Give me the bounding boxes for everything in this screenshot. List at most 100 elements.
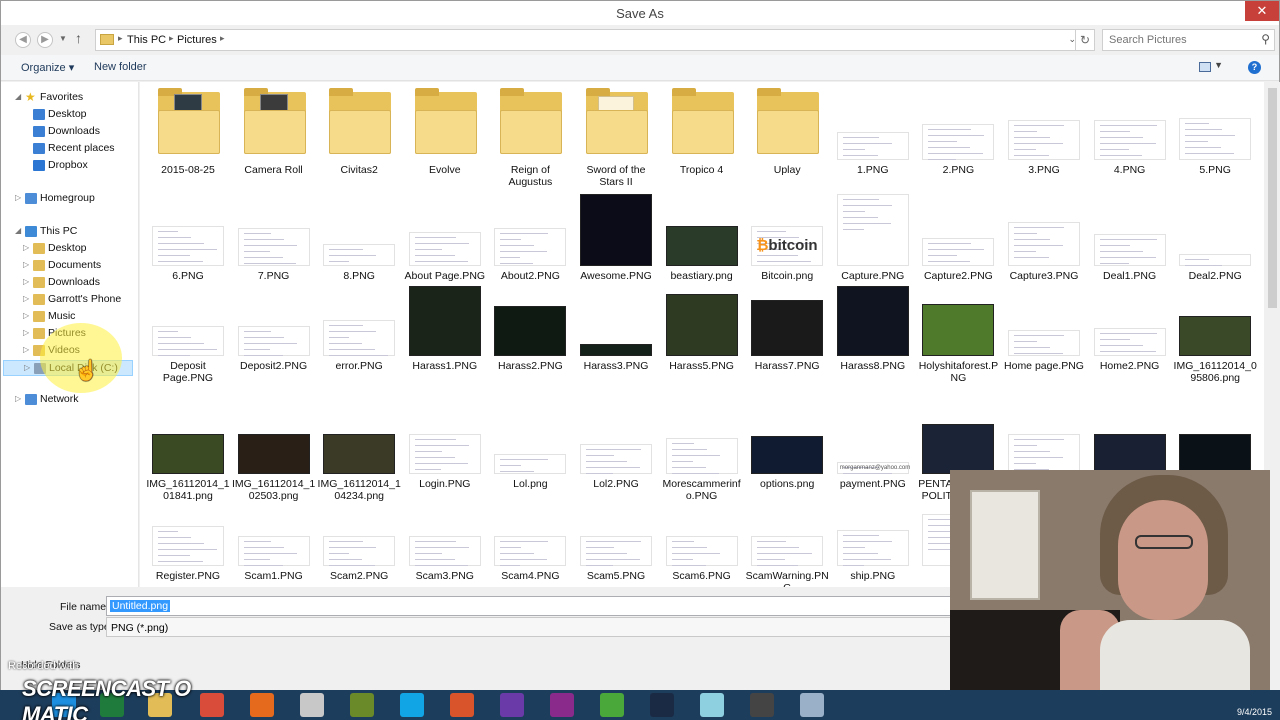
- nav-pc-1[interactable]: ▷ Documents: [3, 258, 137, 274]
- nav-fav-1[interactable]: Downloads: [3, 124, 137, 140]
- file-tile[interactable]: Deal1.PNG: [1088, 192, 1172, 282]
- file-tile[interactable]: Scam4.PNG: [488, 492, 572, 582]
- nav-pc-4[interactable]: ▷ Music: [3, 309, 137, 325]
- steam-icon[interactable]: [650, 693, 674, 717]
- file-tile[interactable]: Lol.png: [488, 400, 572, 490]
- expand-arrow-icon[interactable]: ▷: [23, 243, 29, 252]
- expand-arrow-icon[interactable]: ▷: [23, 277, 29, 286]
- file-tile[interactable]: ScamWarning.PNG: [745, 492, 829, 587]
- file-tile[interactable]: About2.PNG: [488, 192, 572, 282]
- expand-arrow-icon[interactable]: ▷: [23, 345, 29, 354]
- file-tile[interactable]: IMG_16112014_101841.png: [146, 400, 230, 502]
- close-button[interactable]: ✕: [1245, 1, 1279, 21]
- up-arrow-icon[interactable]: ↑: [75, 30, 82, 46]
- file-tile[interactable]: 3.PNG: [1002, 86, 1086, 176]
- file-tile[interactable]: Harass8.PNG: [831, 282, 915, 372]
- file-tile[interactable]: Holyshitaforest.PNG: [916, 282, 1000, 384]
- expand-arrow-icon[interactable]: ▷: [23, 311, 29, 320]
- tray-date[interactable]: 9/4/2015: [1237, 707, 1272, 717]
- file-tile[interactable]: Deposit2.PNG: [232, 282, 316, 372]
- nav-network[interactable]: ▷ Network: [3, 392, 137, 408]
- nav-pc-0[interactable]: ▷ Desktop: [3, 241, 137, 257]
- nav-this-pc[interactable]: ◢ This PC: [3, 224, 137, 240]
- file-tile[interactable]: Reign of Augustus: [488, 86, 572, 188]
- expand-arrow-icon[interactable]: ▷: [23, 328, 29, 337]
- visual-studio-icon[interactable]: [500, 693, 524, 717]
- search-box[interactable]: ⚲: [1102, 29, 1275, 51]
- file-tile[interactable]: Harass2.PNG: [488, 282, 572, 372]
- help-icon[interactable]: ?: [1248, 61, 1261, 74]
- file-tile[interactable]: Harass1.PNG: [403, 282, 487, 372]
- file-tile[interactable]: 4.PNG: [1088, 86, 1172, 176]
- nav-homegroup[interactable]: ▷ Homegroup: [3, 191, 137, 207]
- file-tile[interactable]: Home2.PNG: [1088, 282, 1172, 372]
- file-tile[interactable]: Morescammerinfo.PNG: [660, 400, 744, 502]
- file-tile[interactable]: Scam1.PNG: [232, 492, 316, 582]
- office-icon[interactable]: [450, 693, 474, 717]
- file-name-field[interactable]: Untitled.png: [106, 596, 951, 616]
- breadcrumb-arrow-icon[interactable]: ▸: [220, 33, 225, 44]
- address-bar[interactable]: ▸ This PC ▸ Pictures ▸ ⌄: [95, 29, 1081, 51]
- file-tile[interactable]: Deposit Page.PNG: [146, 282, 230, 384]
- nav-fav-0[interactable]: Desktop: [3, 107, 137, 123]
- file-tile[interactable]: Civitas2: [317, 86, 401, 176]
- expand-arrow-icon[interactable]: ▷: [23, 260, 29, 269]
- organize-button[interactable]: Organize ▾: [21, 61, 74, 74]
- file-tile[interactable]: Harass7.PNG: [745, 282, 829, 372]
- file-tile[interactable]: Scam3.PNG: [403, 492, 487, 582]
- file-tile[interactable]: Uplay: [745, 86, 829, 176]
- nav-favorites[interactable]: ◢ ★ Favorites: [3, 90, 137, 106]
- file-tile[interactable]: Lol2.PNG: [574, 400, 658, 490]
- file-tile[interactable]: ship.PNG: [831, 492, 915, 582]
- file-tile[interactable]: morganmanz@yahoo.com payment.PNG: [831, 400, 915, 490]
- breadcrumb-this-pc[interactable]: This PC: [127, 34, 166, 46]
- expand-arrow-icon[interactable]: ▷: [15, 193, 21, 202]
- expand-arrow-icon[interactable]: ▷: [15, 394, 21, 403]
- file-tile[interactable]: Home page.PNG: [1002, 282, 1086, 372]
- firefox-icon[interactable]: [250, 693, 274, 717]
- file-tile[interactable]: 7.PNG: [232, 192, 316, 282]
- file-tile[interactable]: Camera Roll: [232, 86, 316, 176]
- refresh-button[interactable]: ↻: [1075, 29, 1095, 51]
- skype-icon[interactable]: [400, 693, 424, 717]
- forward-button[interactable]: ▶: [37, 32, 53, 48]
- file-tile[interactable]: About Page.PNG: [403, 192, 487, 282]
- back-button[interactable]: ◀: [15, 32, 31, 48]
- file-tile[interactable]: 2.PNG: [916, 86, 1000, 176]
- file-name-value[interactable]: Untitled.png: [110, 600, 171, 612]
- file-tile[interactable]: Harass5.PNG: [660, 282, 744, 372]
- file-tile[interactable]: Tropico 4: [660, 86, 744, 176]
- file-tile[interactable]: Scam6.PNG: [660, 492, 744, 582]
- file-tile[interactable]: options.png: [745, 400, 829, 490]
- breadcrumb-pictures[interactable]: Pictures: [177, 34, 217, 46]
- search-input[interactable]: [1109, 34, 1249, 46]
- expand-arrow-icon[interactable]: ▷: [24, 363, 30, 372]
- pdf-icon[interactable]: [550, 693, 574, 717]
- file-tile[interactable]: 2015-08-25: [146, 86, 230, 176]
- file-tile[interactable]: 1.PNG: [831, 86, 915, 176]
- file-tile[interactable]: Harass3.PNG: [574, 282, 658, 372]
- file-tile[interactable]: Scam2.PNG: [317, 492, 401, 582]
- nav-pc-2[interactable]: ▷ Downloads: [3, 275, 137, 291]
- game-icon[interactable]: [350, 693, 374, 717]
- expand-arrow-icon[interactable]: ◢: [15, 226, 21, 235]
- file-tile[interactable]: IMG_16112014_104234.png: [317, 400, 401, 502]
- scrollbar-thumb[interactable]: [1268, 88, 1277, 308]
- file-tile[interactable]: Capture3.PNG: [1002, 192, 1086, 282]
- view-dropdown-icon[interactable]: ▼: [1214, 60, 1223, 70]
- recent-dropdown-icon[interactable]: ▼: [59, 34, 67, 43]
- file-tile[interactable]: 5.PNG: [1173, 86, 1257, 176]
- file-tile[interactable]: IMG_16112014_095806.png: [1173, 282, 1257, 384]
- nav-pc-3[interactable]: ▷ Garrott's Phone: [3, 292, 137, 308]
- file-tile[interactable]: Awesome.PNG: [574, 192, 658, 282]
- file-tile[interactable]: 8.PNG: [317, 192, 401, 282]
- breadcrumb-arrow-icon[interactable]: ▸: [118, 33, 123, 44]
- paint-brush-icon[interactable]: [800, 693, 824, 717]
- nav-fav-2[interactable]: Recent places: [3, 141, 137, 157]
- expand-arrow-icon[interactable]: ◢: [15, 92, 21, 101]
- file-tile[interactable]: Register.PNG: [146, 492, 230, 582]
- new-folder-button[interactable]: New folder: [94, 61, 147, 73]
- file-tile[interactable]: Capture.PNG: [831, 192, 915, 282]
- file-tile[interactable]: beastiary.png: [660, 192, 744, 282]
- file-tile[interactable]: error.PNG: [317, 282, 401, 372]
